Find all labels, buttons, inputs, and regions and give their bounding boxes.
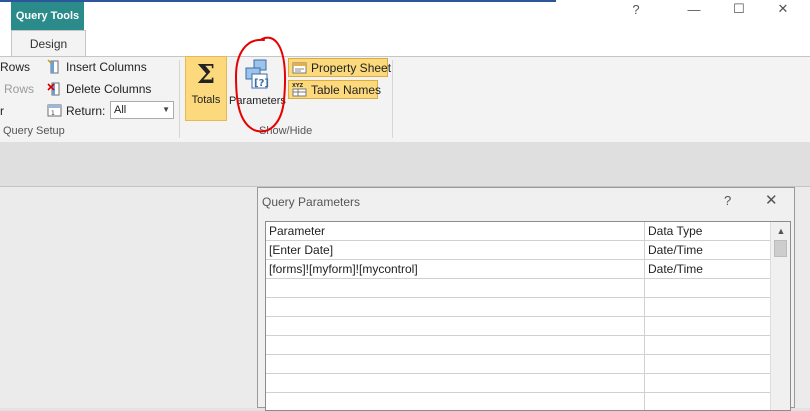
data-type-cell[interactable] xyxy=(645,336,771,355)
group-label-query-setup: Query Setup xyxy=(3,125,65,137)
table-names-icon: XYZ xyxy=(292,82,307,97)
dialog-help-icon[interactable]: ? xyxy=(724,193,731,208)
parameter-cell[interactable] xyxy=(266,374,645,393)
delete-rows-button[interactable]: Rows xyxy=(4,82,34,96)
parameters-grid: Parameter Data Type [Enter Date] Date/Ti… xyxy=(265,221,791,411)
parameter-cell[interactable] xyxy=(266,355,645,374)
builder-button[interactable]: r xyxy=(0,104,4,118)
chevron-down-icon: ▼ xyxy=(162,105,170,114)
data-type-cell[interactable] xyxy=(645,317,771,336)
group-separator xyxy=(392,60,393,138)
query-tools-context-header: Query Tools xyxy=(11,2,84,30)
table-names-button[interactable]: XYZ Table Names xyxy=(288,80,382,99)
totals-label: Totals xyxy=(191,94,221,106)
data-type-cell[interactable]: Date/Time xyxy=(645,260,771,279)
property-sheet-icon xyxy=(292,60,307,75)
scroll-thumb[interactable] xyxy=(774,240,787,257)
insert-columns-icon xyxy=(47,59,62,77)
tab-design[interactable]: Design xyxy=(11,30,86,57)
data-type-cell[interactable] xyxy=(645,374,771,393)
data-type-cell[interactable] xyxy=(645,279,771,298)
parameter-cell[interactable]: [Enter Date] xyxy=(266,241,645,260)
help-icon[interactable]: ? xyxy=(629,2,643,17)
parameter-cell[interactable] xyxy=(266,279,645,298)
totals-button[interactable]: Σ Totals xyxy=(185,56,227,121)
restore-icon[interactable]: ☐ xyxy=(732,1,746,16)
minimize-icon[interactable]: — xyxy=(687,2,701,17)
parameter-cell[interactable] xyxy=(266,298,645,317)
table-pane xyxy=(0,142,810,187)
insert-columns-button[interactable]: Insert Columns xyxy=(66,60,147,74)
group-separator xyxy=(179,60,180,138)
query-parameters-dialog: Query Parameters ? ✕ Parameter Data Type… xyxy=(257,187,795,411)
parameter-cell[interactable] xyxy=(266,393,645,410)
parameter-cell[interactable] xyxy=(266,317,645,336)
insert-rows-button[interactable]: Rows xyxy=(0,60,30,74)
parameter-cell[interactable]: [forms]![myform]![mycontrol] xyxy=(266,260,645,279)
delete-columns-icon xyxy=(47,81,62,99)
parameter-cell[interactable] xyxy=(266,336,645,355)
scroll-up-icon[interactable]: ▲ xyxy=(774,226,788,238)
svg-text:XYZ: XYZ xyxy=(292,83,303,89)
data-type-cell[interactable] xyxy=(645,355,771,374)
column-header-data-type[interactable]: Data Type xyxy=(645,222,771,241)
sigma-icon: Σ xyxy=(196,60,216,90)
data-type-cell[interactable] xyxy=(645,393,771,410)
vertical-scrollbar[interactable]: ▲ xyxy=(770,222,790,410)
property-sheet-button[interactable]: Property Sheet xyxy=(288,58,392,77)
close-window-icon[interactable]: ✕ xyxy=(776,1,790,16)
return-icon: 1 xyxy=(47,103,62,121)
dialog-close-icon[interactable]: ✕ xyxy=(765,191,778,209)
red-circle-annotation xyxy=(234,36,287,133)
delete-columns-button[interactable]: Delete Columns xyxy=(66,82,151,96)
column-header-parameter[interactable]: Parameter xyxy=(266,222,645,241)
data-type-cell[interactable]: Date/Time xyxy=(645,241,771,260)
return-select-value: All xyxy=(114,104,127,116)
return-label: Return: xyxy=(66,104,106,118)
return-select[interactable]: All ▼ xyxy=(110,101,174,119)
dialog-title: Query Parameters xyxy=(262,195,361,209)
table-names-label: Table Names xyxy=(311,82,382,97)
data-type-cell[interactable] xyxy=(645,298,771,317)
property-sheet-label: Property Sheet xyxy=(311,60,392,75)
svg-text:1: 1 xyxy=(51,110,55,117)
